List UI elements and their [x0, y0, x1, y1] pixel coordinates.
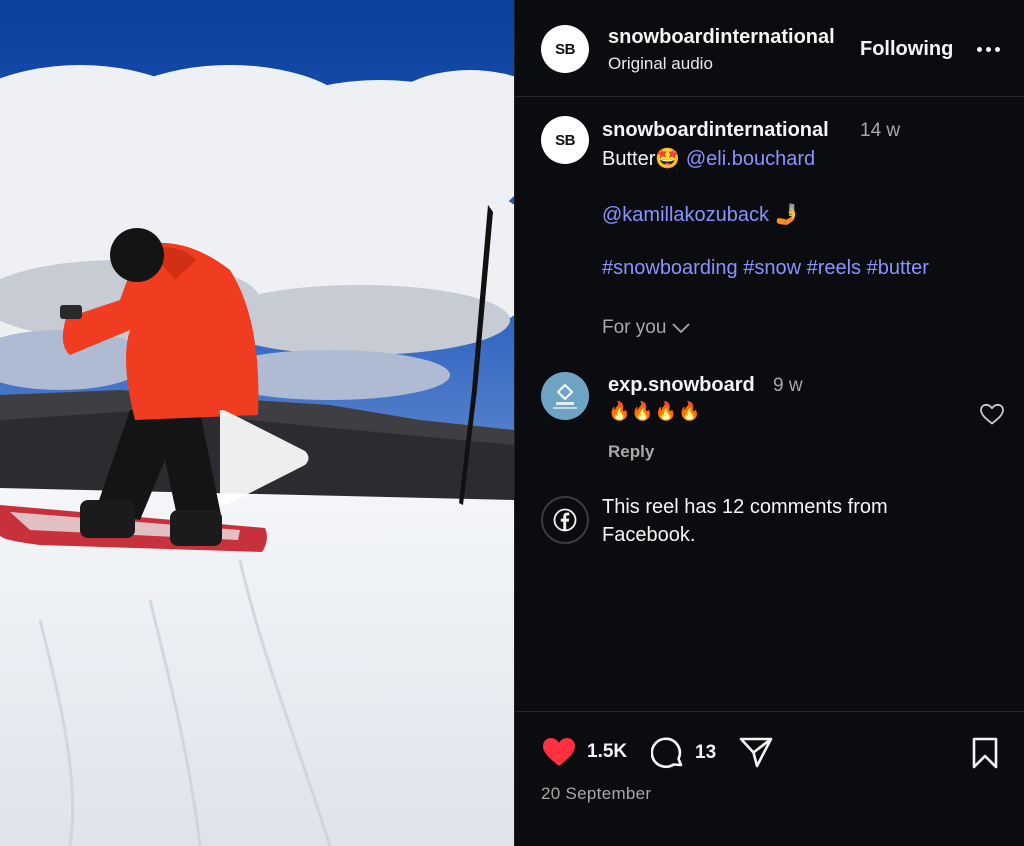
post-panel: SB snowboardinternational Original audio…	[514, 0, 1024, 846]
comment-avatar[interactable]	[541, 372, 589, 420]
comment-text: 🔥🔥🔥🔥	[608, 401, 702, 421]
mention-link[interactable]: @eli.bouchard	[686, 148, 815, 170]
post-date: 20 September	[541, 784, 652, 803]
selfie-emoji: 🤳	[774, 204, 800, 226]
bookmark-icon	[972, 737, 998, 769]
exp-logo-icon	[541, 372, 589, 420]
for-you-toggle[interactable]: For you	[602, 317, 691, 339]
caption-age: 14 w	[860, 120, 901, 141]
avatar-initials: SB	[555, 40, 575, 58]
following-button[interactable]: Following	[860, 38, 953, 61]
chevron-down-icon	[672, 323, 691, 334]
save-button[interactable]	[971, 736, 999, 770]
heart-filled-icon	[543, 738, 575, 766]
more-options-icon[interactable]	[973, 34, 1003, 64]
paper-plane-icon	[739, 737, 773, 768]
header-username[interactable]: snowboardinternational	[608, 26, 835, 49]
caption-avatar[interactable]: SB	[541, 116, 589, 164]
comment: exp.snowboard 9 w 🔥🔥🔥🔥 Reply	[515, 368, 1024, 468]
action-bar: 1.5K 13 20 September	[515, 711, 1024, 846]
share-button[interactable]	[739, 736, 773, 768]
comment-age: 9 w	[773, 375, 803, 396]
comment-button[interactable]: 13	[651, 736, 716, 770]
play-button[interactable]	[212, 408, 312, 508]
hashtags[interactable]: #snowboarding #snow #reels #butter	[602, 257, 929, 280]
reply-button[interactable]: Reply	[608, 442, 654, 462]
play-icon	[219, 410, 309, 506]
facebook-icon	[541, 496, 589, 544]
post-header: SB snowboardinternational Original audio…	[515, 0, 1024, 97]
avatar-initials: SB	[555, 131, 575, 149]
comment-username[interactable]: exp.snowboard	[608, 374, 755, 397]
caption-line-2: @kamillakozuback 🤳	[602, 202, 800, 227]
like-button[interactable]: 1.5K	[541, 736, 627, 768]
caption-text: Butter🤩	[602, 148, 681, 170]
audio-link[interactable]: Original audio	[608, 54, 713, 74]
comment-bubble-icon	[651, 737, 683, 769]
for-you-label: For you	[602, 317, 667, 338]
heart-outline-icon[interactable]	[979, 402, 1005, 426]
comment-count: 13	[695, 742, 717, 763]
facebook-note-text: This reel has 12 comments from Facebook.	[602, 496, 888, 546]
reel-video[interactable]	[0, 0, 514, 846]
caption-line-1: Butter🤩 @eli.bouchard	[602, 146, 815, 171]
like-count: 1.5K	[587, 741, 628, 762]
avatar[interactable]: SB	[541, 25, 589, 73]
caption-username[interactable]: snowboardinternational	[602, 119, 829, 142]
mention-link[interactable]: @kamillakozuback	[602, 204, 769, 226]
